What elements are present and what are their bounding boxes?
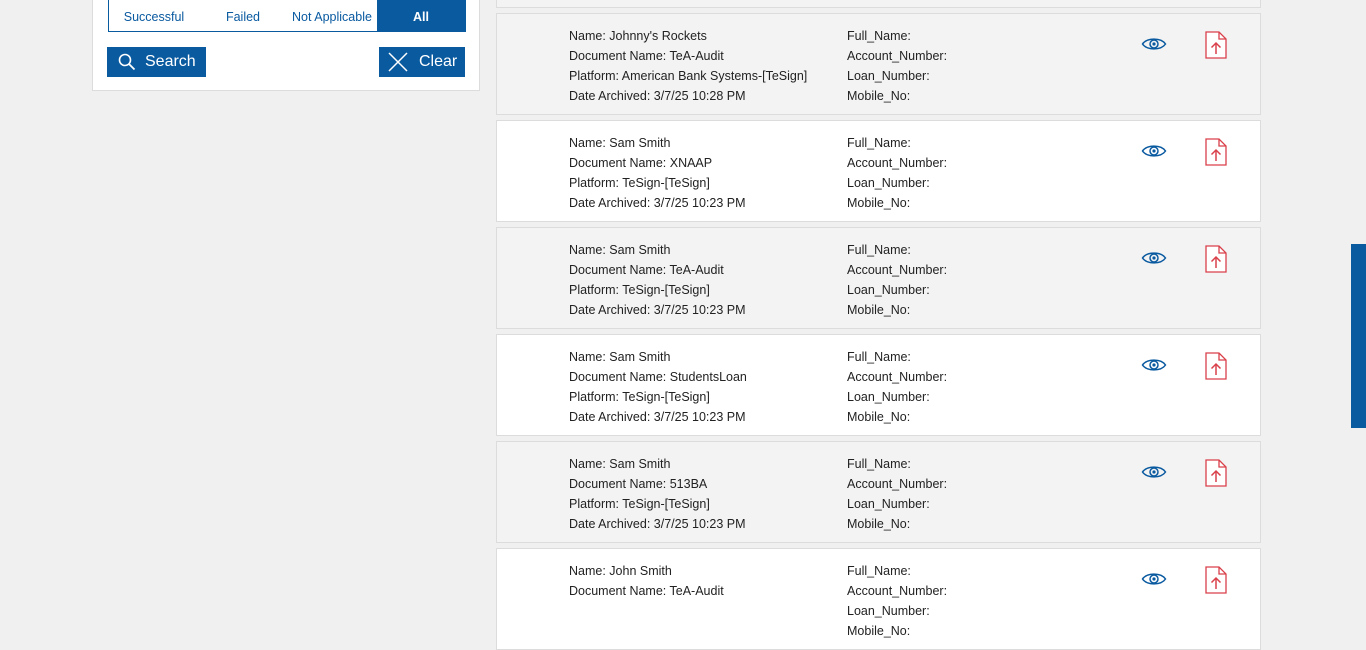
field-mobile-no: Mobile_No:: [847, 517, 911, 531]
eye-icon[interactable]: [1141, 250, 1167, 271]
field-loan-number: Loan_Number:: [847, 69, 930, 83]
record-name: Name: Sam Smith: [569, 136, 671, 150]
record-details: Name: Johnny's Rockets Document Name: TeA…: [569, 26, 807, 106]
record-date-archived: Date Archived: 3/7/25 10:28 PM: [569, 89, 746, 103]
record-platform: Platform: TeSign-[TeSign]: [569, 283, 710, 297]
record-platform: Platform: TeSign-[TeSign]: [569, 390, 710, 404]
tab-failed[interactable]: Failed: [199, 0, 287, 31]
record-details: Name: Sam Smith Document Name: 513BA Platf…: [569, 454, 746, 534]
field-loan-number: Loan_Number:: [847, 604, 930, 618]
record-document-name: Document Name: XNAAP: [569, 156, 713, 170]
record-name: Name: Sam Smith: [569, 350, 671, 364]
field-loan-number: Loan_Number:: [847, 497, 930, 511]
record-date-archived: Date Archived: 3/7/25 10:23 PM: [569, 517, 746, 531]
field-account-number: Account_Number:: [847, 477, 948, 491]
tab-not-applicable[interactable]: Not Applicable: [287, 0, 377, 31]
record-fields: Full_Name: Account_Number: Loan_Number: Mob…: [847, 561, 947, 641]
record-fields: Full_Name: Account_Number: Loan_Number: Mob…: [847, 454, 947, 534]
field-account-number: Account_Number:: [847, 584, 948, 598]
eye-icon[interactable]: [1141, 357, 1167, 378]
record-fields: Full_Name: Account_Number: Loan_Number: Mob…: [847, 26, 947, 106]
field-account-number: Account_Number:: [847, 370, 948, 384]
record-document-name: Document Name: TeA-Audit: [569, 584, 724, 598]
eye-icon[interactable]: [1141, 464, 1167, 485]
record-details: Name: Sam Smith Document Name: StudentsLo…: [569, 347, 747, 427]
record-document-name: Document Name: TeA-Audit: [569, 263, 724, 277]
search-icon: [118, 53, 136, 71]
record-date-archived: Date Archived: 3/7/25 10:23 PM: [569, 410, 746, 424]
filter-panel: Successful Failed Not Applicable All Sea…: [92, 0, 480, 91]
clear-button[interactable]: Clear: [379, 47, 465, 77]
field-full-name: Full_Name:: [847, 136, 911, 150]
record-platform: Platform: TeSign-[TeSign]: [569, 176, 710, 190]
field-mobile-no: Mobile_No:: [847, 196, 911, 210]
field-account-number: Account_Number:: [847, 263, 948, 277]
list-item: Name: John Smith Document Name: TeA-Audit…: [496, 548, 1261, 650]
record-date-archived: Date Archived: 3/7/25 10:23 PM: [569, 303, 746, 317]
record-details: Name: John Smith Document Name: TeA-Audit: [569, 561, 724, 601]
list-item: Name: Johnny's Rockets Document Name: TeA…: [496, 13, 1261, 115]
field-full-name: Full_Name:: [847, 29, 911, 43]
record-platform: Platform: American Bank Systems-[TeSign]: [569, 69, 808, 83]
field-loan-number: Loan_Number:: [847, 390, 930, 404]
list-item: Name: Sam Smith Document Name: TeA-Audit P…: [496, 227, 1261, 329]
field-account-number: Account_Number:: [847, 156, 948, 170]
field-mobile-no: Mobile_No:: [847, 624, 911, 638]
record-details: Name: Sam Smith Document Name: XNAAP Platf…: [569, 133, 746, 213]
search-button[interactable]: Search: [107, 47, 206, 77]
record-fields: Full_Name: Account_Number: Loan_Number: Mob…: [847, 133, 947, 213]
search-button-label: Search: [145, 53, 196, 70]
field-full-name: Full_Name:: [847, 243, 911, 257]
field-full-name: Full_Name:: [847, 350, 911, 364]
record-document-name: Document Name: TeA-Audit: [569, 49, 724, 63]
field-full-name: Full_Name:: [847, 564, 911, 578]
list-item-partial: [496, 0, 1261, 8]
record-fields: Full_Name: Account_Number: Loan_Number: Mob…: [847, 240, 947, 320]
field-mobile-no: Mobile_No:: [847, 89, 911, 103]
record-name: Name: John Smith: [569, 564, 672, 578]
record-details: Name: Sam Smith Document Name: TeA-Audit P…: [569, 240, 746, 320]
record-name: Name: Sam Smith: [569, 243, 671, 257]
list-item: Name: Sam Smith Document Name: StudentsLo…: [496, 334, 1261, 436]
record-name: Name: Johnny's Rockets: [569, 29, 707, 43]
field-loan-number: Loan_Number:: [847, 283, 930, 297]
eye-icon[interactable]: [1141, 36, 1167, 57]
tab-successful[interactable]: Successful: [109, 0, 199, 31]
list-item: Name: Sam Smith Document Name: 513BA Platf…: [496, 441, 1261, 543]
pdf-file-icon[interactable]: [1205, 566, 1227, 599]
pdf-file-icon[interactable]: [1205, 245, 1227, 278]
tab-all[interactable]: All: [377, 0, 465, 31]
field-mobile-no: Mobile_No:: [847, 303, 911, 317]
field-mobile-no: Mobile_No:: [847, 410, 911, 424]
field-loan-number: Loan_Number:: [847, 176, 930, 190]
list-item: Name: Sam Smith Document Name: XNAAP Platf…: [496, 120, 1261, 222]
pdf-file-icon[interactable]: [1205, 459, 1227, 492]
record-name: Name: Sam Smith: [569, 457, 671, 471]
record-fields: Full_Name: Account_Number: Loan_Number: Mob…: [847, 347, 947, 427]
record-platform: Platform: TeSign-[TeSign]: [569, 497, 710, 511]
pdf-file-icon[interactable]: [1205, 31, 1227, 64]
pdf-file-icon[interactable]: [1205, 138, 1227, 171]
field-full-name: Full_Name:: [847, 457, 911, 471]
field-account-number: Account_Number:: [847, 49, 948, 63]
record-document-name: Document Name: StudentsLoan: [569, 370, 747, 384]
status-filter-tabs: Successful Failed Not Applicable All: [108, 0, 466, 32]
record-date-archived: Date Archived: 3/7/25 10:23 PM: [569, 196, 746, 210]
close-icon: [388, 52, 408, 72]
side-panel-tab[interactable]: [1351, 244, 1366, 428]
record-document-name: Document Name: 513BA: [569, 477, 708, 491]
eye-icon[interactable]: [1141, 143, 1167, 164]
pdf-file-icon[interactable]: [1205, 352, 1227, 385]
clear-button-label: Clear: [419, 53, 458, 70]
